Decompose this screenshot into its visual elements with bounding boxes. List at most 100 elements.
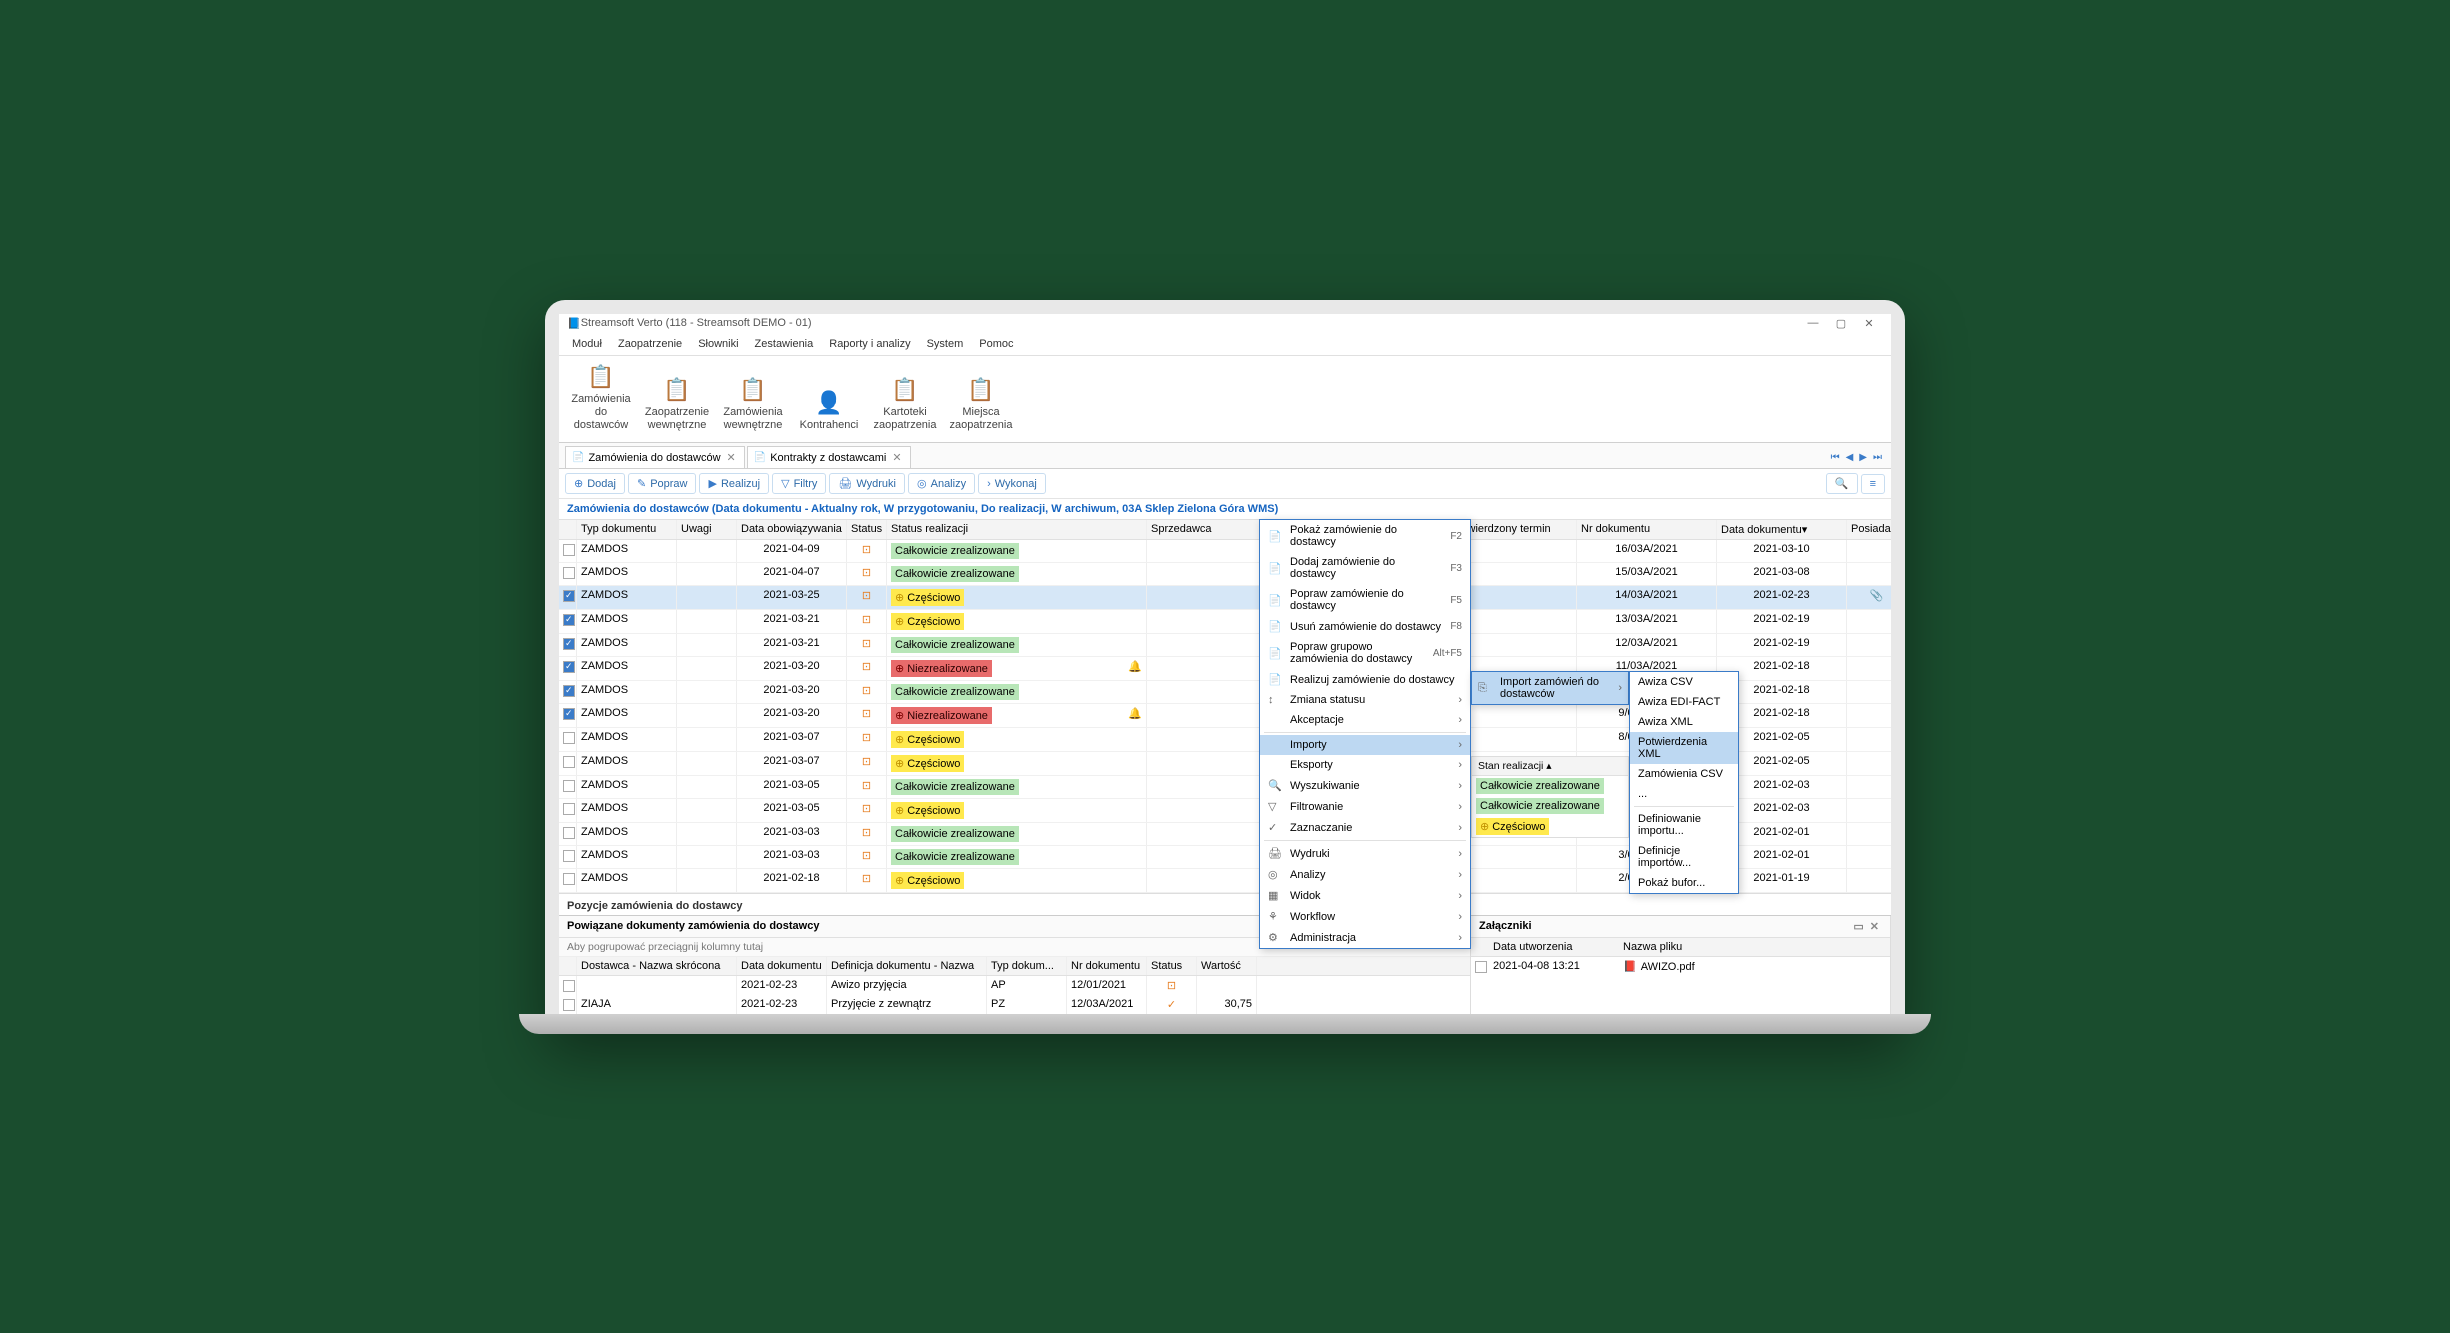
pane-close-icon[interactable]: ✕ [1867,920,1882,933]
row-checkbox[interactable] [563,780,575,792]
row-checkbox[interactable] [563,708,575,720]
context-menu-item[interactable]: Awiza CSV [1630,672,1738,692]
close-button[interactable]: ✕ [1855,317,1883,330]
context-menu-item[interactable]: ↕ Zmiana statusu › [1260,690,1470,710]
ribbon-button[interactable]: 📋 Zamówienia wewnętrzne [717,360,789,437]
table-row[interactable]: ZAMDOS2021-03-25 ⊡ ⊕Częściowo 14/03A/202… [559,586,1891,610]
toolbar-button[interactable]: ✎ Popraw [628,473,697,494]
document-tab[interactable]: 📄 Zamówienia do dostawców ✕ [565,446,745,468]
context-menu-item[interactable]: Importy › [1260,735,1470,755]
tab-nav-next[interactable]: ▶ [1856,452,1870,463]
context-menu[interactable]: 📄 Pokaż zamówienie do dostawcy F2 📄 Doda… [1259,519,1471,949]
maximize-button[interactable]: ▢ [1827,317,1855,330]
context-menu-item[interactable]: 📄 Popraw grupowo zamówienia do dostawcy … [1260,637,1470,669]
context-menu-item[interactable]: ⚙ Administracja › [1260,927,1470,948]
side-row[interactable]: ⊕Częściowo [1472,816,1628,837]
context-menu-item[interactable]: ... [1630,784,1738,804]
column-header[interactable] [559,957,577,975]
ribbon-button[interactable]: 👤 Kontrahenci [793,360,865,437]
side-row[interactable]: Całkowicie zrealizowane [1472,776,1628,796]
side-header[interactable]: Stan realizacji ▴ [1472,757,1628,776]
ribbon-button[interactable]: 📋 Kartoteki zaopatrzenia [869,360,941,437]
document-tab[interactable]: 📄 Kontrakty z dostawcami ✕ [747,446,911,468]
context-menu-item[interactable]: 📄 Dodaj zamówienie do dostawcy F3 [1260,552,1470,584]
row-checkbox[interactable] [563,590,575,602]
toolbar-button[interactable]: ⊕ Dodaj [565,473,625,494]
context-menu-item[interactable]: ▦ Widok › [1260,885,1470,906]
context-menu-item[interactable]: Definiowanie importu... [1630,809,1738,841]
row-checkbox[interactable] [563,756,575,768]
tab-nav-prev[interactable]: ◀ [1843,452,1857,463]
menu-button[interactable]: ≡ [1861,474,1885,494]
table-row[interactable]: 2021-02-23Awizo przyjęciaAP12/01/2021 ⊡ [559,976,1470,995]
ribbon-button[interactable]: 📋 Zaopatrzenie wewnętrzne [641,360,713,437]
row-checkbox[interactable] [563,980,575,992]
context-menu-item[interactable]: 📄 Popraw zamówienie do dostawcy F5 [1260,584,1470,616]
table-row[interactable]: ZAMDOS2021-04-09 ⊡ Całkowicie zrealizowa… [559,540,1891,563]
side-row[interactable]: Całkowicie zrealizowane [1472,796,1628,816]
row-checkbox[interactable] [563,732,575,744]
row-checkbox[interactable] [563,567,575,579]
column-header[interactable]: Dostawca - Nazwa skrócona [577,957,737,975]
context-submenu-import-types[interactable]: Awiza CSVAwiza EDI-FACTAwiza XMLPotwierd… [1629,671,1739,894]
column-header[interactable]: Uwagi [677,520,737,539]
table-row[interactable]: ZAMDOS2021-03-21 ⊡ Całkowicie zrealizowa… [559,634,1891,657]
menu-item[interactable]: System [920,335,971,353]
table-row[interactable]: 2021-04-08 13:21 📕AWIZO.pdf [1471,957,1890,976]
tab-close-icon[interactable]: ✕ [727,451,736,464]
column-header[interactable]: Status [847,520,887,539]
toolbar-button[interactable]: ▽ Filtry [772,473,826,494]
column-header[interactable]: Data dokumentu [737,957,827,975]
toolbar-button[interactable]: 🖨 Wydruki [829,473,905,494]
column-header[interactable]: Data utworzenia [1489,938,1619,956]
row-checkbox[interactable] [563,661,575,673]
column-header[interactable]: Status realizacji [887,520,1147,539]
context-menu-item[interactable]: ✓ Zaznaczanie › [1260,817,1470,838]
row-checkbox[interactable] [563,803,575,815]
menu-item[interactable]: Zestawienia [748,335,821,353]
context-menu-item[interactable]: ⚘ Workflow › [1260,906,1470,927]
tab-nav-last[interactable]: ⏭ [1870,452,1885,463]
tab-close-icon[interactable]: ✕ [892,451,901,464]
tab-nav-first[interactable]: ⏮ [1828,452,1843,463]
context-menu-item[interactable]: Eksporty › [1260,755,1470,775]
context-menu-item[interactable]: 📄 Usuń zamówienie do dostawcy F8 [1260,616,1470,637]
row-checkbox[interactable] [563,999,575,1011]
table-row[interactable]: ZAMDOS2021-03-21 ⊡ ⊕Częściowo 13/03A/202… [559,610,1891,634]
table-row[interactable]: ZAMDOS2021-04-07 ⊡ Całkowicie zrealizowa… [559,563,1891,586]
column-header[interactable]: Posiada zał... [1847,520,1891,539]
column-header[interactable]: Typ dokum... [987,957,1067,975]
row-checkbox[interactable] [563,638,575,650]
context-submenu-imports[interactable]: ⎘ Import zamówień do dostawców › [1471,671,1629,705]
pane-collapse-icon[interactable]: ▭ [1850,920,1866,933]
row-checkbox[interactable] [563,685,575,697]
row-checkbox[interactable] [563,827,575,839]
menu-item[interactable]: Słowniki [691,335,745,353]
column-header[interactable]: Nazwa pliku [1619,938,1890,956]
toolbar-button[interactable]: ▶ Realizuj [699,473,769,494]
ribbon-button[interactable]: 📋 Zamówienia do dostawców [565,360,637,437]
context-menu-item[interactable]: Potwierdzenia XML [1630,732,1738,764]
context-menu-item[interactable]: Pokaż bufor... [1630,873,1738,893]
menu-item[interactable]: Zaopatrzenie [611,335,689,353]
menu-item[interactable]: Moduł [565,335,609,353]
column-header[interactable]: Definicja dokumentu - Nazwa [827,957,987,975]
toolbar-button[interactable]: › Wykonaj [978,473,1046,494]
search-button[interactable]: 🔍 [1826,473,1858,494]
context-menu-item[interactable]: 📄 Pokaż zamówienie do dostawcy F2 [1260,520,1470,552]
column-header[interactable]: Data dokumentu▾ [1717,520,1847,539]
context-menu-item[interactable]: ◎ Analizy › [1260,864,1470,885]
column-header[interactable]: Status [1147,957,1197,975]
column-header[interactable]: Nr dokumentu [1577,520,1717,539]
minimize-button[interactable]: — [1799,317,1827,329]
row-checkbox[interactable] [563,850,575,862]
context-menu-item[interactable]: Awiza XML [1630,712,1738,732]
context-menu-item[interactable]: Akceptacje › [1260,710,1470,730]
menu-item[interactable]: Raporty i analizy [822,335,917,353]
row-checkbox[interactable] [1475,961,1487,973]
ribbon-button[interactable]: 📋 Miejsca zaopatrzenia [945,360,1017,437]
column-header[interactable]: Data obowiązywania [737,520,847,539]
row-checkbox[interactable] [563,614,575,626]
context-menu-item[interactable]: Awiza EDI-FACT [1630,692,1738,712]
column-header[interactable]: Nr dokumentu [1067,957,1147,975]
